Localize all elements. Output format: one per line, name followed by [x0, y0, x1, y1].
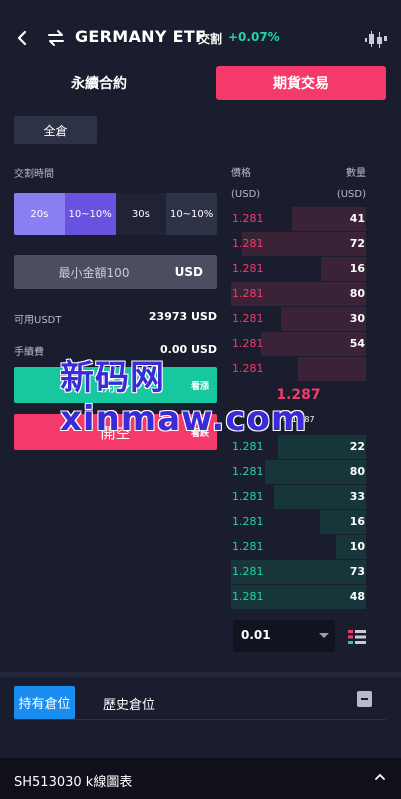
delivery-option-rate[interactable]: 10~10% — [166, 193, 217, 235]
ask-price: 1.281 — [232, 237, 264, 250]
delivery-option-rate[interactable]: 10~10% — [64, 193, 116, 235]
amount-field[interactable]: 最小金額100 USD — [14, 255, 217, 289]
ask-qty: 80 — [349, 287, 365, 300]
document-icon[interactable] — [357, 691, 372, 707]
ask-row[interactable]: 1.281 80 — [231, 282, 366, 307]
bid-qty: 10 — [349, 540, 365, 553]
ask-price: 1.281 — [232, 212, 264, 225]
bid-qty: 33 — [349, 490, 365, 503]
precision-value: 0.01 — [241, 628, 271, 642]
ask-qty: 16 — [349, 262, 365, 275]
tab-open-positions[interactable]: 持有倉位 — [14, 686, 75, 719]
bid-price: 1.281 — [232, 540, 264, 553]
bid-qty: 48 — [349, 590, 365, 603]
bid-row[interactable]: 1.281 10 — [231, 535, 366, 560]
delivery-option-time[interactable]: 20s — [14, 193, 65, 235]
orderbook-price-header: 價格 — [231, 168, 251, 179]
ask-qty: 54 — [349, 337, 365, 350]
bid-row[interactable]: 1.281 80 — [231, 460, 366, 485]
candlestick-icon[interactable] — [364, 28, 388, 50]
ask-row[interactable]: 1.281 30 — [231, 307, 366, 332]
header-bar: GERMANY ETF 交割 +0.07% — [0, 0, 401, 76]
available-value: 23973 USD — [148, 310, 217, 323]
bid-qty: 16 — [349, 515, 365, 528]
price-change: +0.07% — [228, 30, 280, 44]
bid-price: 1.281 — [232, 515, 264, 528]
section-divider — [0, 672, 401, 677]
watermark: 新码网xinmaw.com — [60, 358, 308, 439]
tab-position-history[interactable]: 歷史倉位 — [103, 694, 155, 713]
ask-price: 1.281 — [232, 337, 264, 350]
ask-price: 1.281 — [232, 262, 264, 275]
bid-qty: 73 — [349, 565, 365, 578]
chevron-up-icon[interactable] — [375, 771, 385, 785]
available-label: 可用USDT — [14, 315, 62, 326]
orderbook-layout-icon[interactable] — [348, 629, 366, 644]
delivery-time-selector: 20s 10~10% 30s 10~10% — [14, 193, 217, 235]
trade-type-label: 交割 — [198, 32, 223, 46]
delivery-option-time[interactable]: 30s — [115, 193, 167, 235]
chart-footer-bar[interactable]: SH513030 k線圖表 — [0, 758, 401, 799]
bid-price: 1.281 — [232, 590, 264, 603]
chevron-left-icon[interactable] — [14, 26, 30, 50]
chevron-down-icon — [319, 633, 329, 638]
orderbook-qty-unit: (USD) — [336, 189, 366, 200]
ask-row[interactable]: 1.281 72 — [231, 232, 366, 257]
bid-row[interactable]: 1.281 16 — [231, 510, 366, 535]
orderbook-qty-header: 數量 — [346, 168, 366, 179]
ask-row[interactable]: 1.281 16 — [231, 257, 366, 282]
ask-price: 1.281 — [232, 287, 264, 300]
tab-futures[interactable]: 期貨交易 — [216, 66, 386, 100]
footer-chart-label: SH513030 k線圖表 — [14, 775, 133, 790]
ask-qty: 41 — [349, 212, 365, 225]
tab-underline — [14, 719, 386, 720]
bid-price: 1.281 — [232, 565, 264, 578]
ask-row[interactable]: 1.281 41 — [231, 207, 366, 232]
ask-qty: 30 — [349, 312, 365, 325]
amount-unit: USD — [174, 265, 203, 279]
swap-arrows-icon[interactable] — [46, 28, 66, 48]
bid-row[interactable]: 1.281 73 — [231, 560, 366, 585]
bid-row[interactable]: 1.281 48 — [231, 585, 366, 610]
page-title: GERMANY ETF — [75, 27, 207, 46]
orderbook-price-unit: (USD) — [231, 189, 261, 200]
bid-price: 1.281 — [232, 465, 264, 478]
ask-price: 1.281 — [232, 312, 264, 325]
tab-perpetual[interactable]: 永續合約 — [14, 66, 184, 100]
bid-qty: 80 — [349, 465, 365, 478]
bid-price: 1.281 — [232, 490, 264, 503]
bid-price: 1.281 — [232, 440, 264, 453]
delivery-time-label: 交割時間 — [14, 169, 54, 180]
amount-input[interactable]: 最小金額100 — [14, 255, 174, 289]
bid-qty: 22 — [349, 440, 365, 453]
margin-mode-button[interactable]: 全倉 — [14, 116, 97, 144]
bid-row[interactable]: 1.281 33 — [231, 485, 366, 510]
ask-qty: 72 — [349, 237, 365, 250]
fee-label: 手續費 — [14, 347, 44, 358]
precision-select[interactable]: 0.01 — [233, 620, 335, 652]
